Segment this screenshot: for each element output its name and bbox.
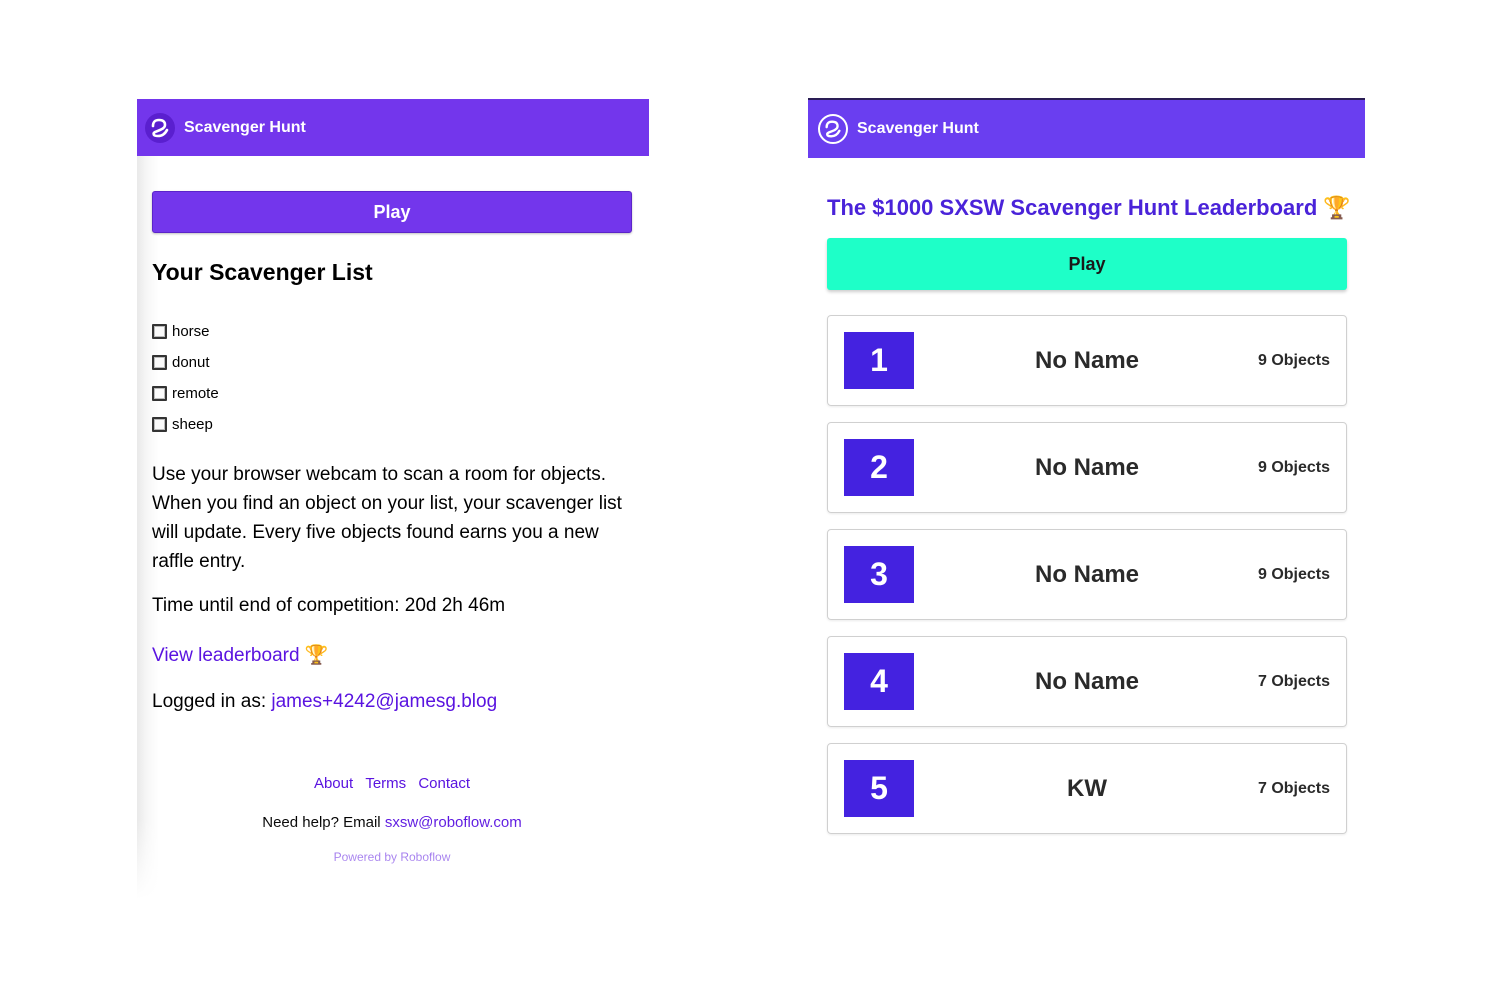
trophy-icon: 🏆 [304,645,329,666]
checkbox-icon [152,355,167,370]
terms-link[interactable]: Terms [365,775,406,792]
view-leaderboard-link[interactable]: View leaderboard 🏆 [152,643,328,667]
navbar-title[interactable]: Scavenger Hunt [857,120,979,138]
checkbox-icon [152,417,167,432]
view-leaderboard-label: View leaderboard [152,645,300,666]
countdown-value: 20d 2h 46m [404,595,506,616]
leaderboard-entry: 5 KW 7 Objects [827,743,1347,834]
logged-in-label: Logged in as: [152,691,267,712]
powered-by-link[interactable]: Powered by Roboflow [334,850,451,864]
leaderboard-list: 1 No Name 9 Objects 2 No Name 9 Objects … [827,315,1347,850]
trophy-icon: 🏆 [1323,195,1351,220]
scavenger-list-page: Scavenger Hunt Play Your Scavenger List … [137,99,649,899]
leaderboard-title: The $1000 SXSW Scavenger Hunt Leaderboar… [827,195,1351,221]
play-button[interactable]: Play [827,238,1347,290]
list-item-label: remote [172,385,219,402]
list-item: donut [152,347,219,378]
checkbox-icon [152,386,167,401]
countdown: Time until end of competition: 20d 2h 46… [152,595,505,617]
navbar: Scavenger Hunt [808,98,1365,158]
object-count: 7 Objects [1257,672,1330,690]
list-item-label: horse [172,323,210,340]
footer-links: About Terms Contact [137,775,647,792]
roboflow-logo-icon[interactable] [818,114,848,144]
logged-in-status: Logged in as: james+4242@jamesg.blog [152,691,497,713]
list-item: horse [152,316,219,347]
help-text: Need help? Email sxsw@roboflow.com [137,814,647,831]
powered-by: Powered by Roboflow [137,850,647,864]
object-count: 9 Objects [1257,351,1330,369]
object-count: 9 Objects [1257,565,1330,583]
help-label: Need help? Email [262,814,381,831]
leaderboard-title-text: The $1000 SXSW Scavenger Hunt Leaderboar… [827,195,1318,220]
instructions-text: Use your browser webcam to scan a room f… [152,464,622,572]
play-button[interactable]: Play [152,191,632,233]
leaderboard-page: Scavenger Hunt The $1000 SXSW Scavenger … [808,98,1365,859]
object-count: 7 Objects [1257,779,1330,797]
leaderboard-entry: 3 No Name 9 Objects [827,529,1347,620]
scavenger-list-heading: Your Scavenger List [152,259,373,285]
leaderboard-entry: 2 No Name 9 Objects [827,422,1347,513]
scavenger-list: horse donut remote sheep [152,316,219,440]
list-item: sheep [152,409,219,440]
list-item: remote [152,378,219,409]
help-email-link[interactable]: sxsw@roboflow.com [385,814,522,831]
navbar: Scavenger Hunt [137,99,649,156]
navbar-title[interactable]: Scavenger Hunt [184,119,306,137]
object-count: 9 Objects [1257,458,1330,476]
leaderboard-entry: 4 No Name 7 Objects [827,636,1347,727]
about-link[interactable]: About [314,775,353,792]
contact-link[interactable]: Contact [418,775,470,792]
user-email-link[interactable]: james+4242@jamesg.blog [271,691,497,712]
leaderboard-entry: 1 No Name 9 Objects [827,315,1347,406]
checkbox-icon [152,324,167,339]
list-item-label: sheep [172,416,213,433]
list-item-label: donut [172,354,210,371]
countdown-label: Time until end of competition: [152,595,400,616]
roboflow-logo-icon[interactable] [145,112,175,143]
